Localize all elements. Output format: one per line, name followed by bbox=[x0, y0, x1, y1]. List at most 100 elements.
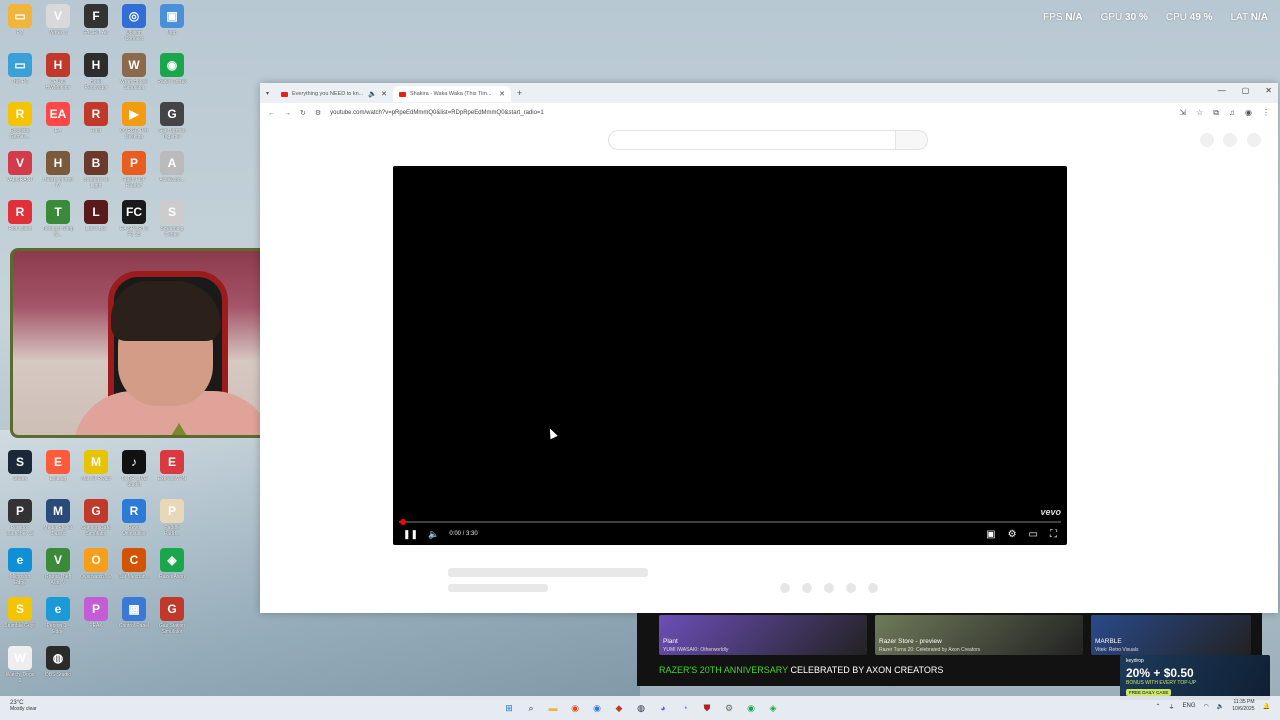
desktop-icon[interactable]: V Vertex 3 bbox=[42, 4, 74, 43]
desktop-icon[interactable]: T Tobacco Shop Si... bbox=[42, 200, 74, 239]
desktop-icon[interactable]: S Streaming Center bbox=[156, 200, 188, 239]
desktop-icon[interactable]: e Person 1 - Edge bbox=[42, 597, 74, 636]
keydrop-ad[interactable]: keydrop 20% + $0.50 BONUS WITH EVERY TOP… bbox=[1120, 655, 1270, 700]
new-tab-button[interactable]: + bbox=[517, 88, 522, 98]
tab-search-icon[interactable]: ▾ bbox=[266, 90, 269, 97]
maximize-button[interactable]: ▢ bbox=[1242, 86, 1250, 95]
forward-icon[interactable]: → bbox=[284, 110, 291, 117]
desktop-icon[interactable]: P PEAK bbox=[80, 597, 112, 636]
desktop-icon[interactable]: M Marvel Rivals bbox=[80, 450, 112, 489]
extensions-icon[interactable]: ⧉ bbox=[1213, 108, 1219, 118]
desktop-icon[interactable]: R Rockstar Games... bbox=[4, 102, 36, 141]
url-field[interactable]: youtube.com/watch?v=pRpeEdMmmQ0&list=RDp… bbox=[330, 110, 1170, 116]
desktop-icon[interactable]: G Gas Station Simulator bbox=[156, 597, 188, 636]
youtube-search-input[interactable] bbox=[608, 130, 928, 150]
weather-widget[interactable]: 23°C Mostly clear bbox=[10, 700, 37, 712]
desktop-icon[interactable]: O Overwatch® 2 bbox=[80, 548, 112, 587]
avatar[interactable] bbox=[1247, 133, 1261, 147]
desktop-icon[interactable]: ◎ Ubisoft Connect bbox=[118, 4, 150, 43]
captions-icon[interactable]: ▣ bbox=[986, 529, 995, 540]
wallpaper-card-marble[interactable]: MARBLE Vitek: Retro Visuals bbox=[1091, 615, 1251, 655]
video-player[interactable]: vevo ❚❚ 🔈 0:00 / 3:30 ▣ ⚙ ▭ ⛶ bbox=[393, 166, 1067, 545]
create-icon[interactable] bbox=[1200, 133, 1214, 147]
install-app-icon[interactable]: ⇲ bbox=[1179, 108, 1186, 118]
app-icon[interactable]: ◆ bbox=[612, 701, 626, 715]
speaker-icon[interactable]: 🔈 bbox=[1217, 703, 1224, 710]
shield-icon[interactable]: ⛊ bbox=[700, 701, 714, 715]
desktop-icon[interactable]: ♪ TikTok LIVE Studio bbox=[118, 450, 150, 489]
settings-gear-icon[interactable]: ⚙ bbox=[1008, 529, 1017, 540]
menu-icon[interactable]: ⋮ bbox=[1262, 108, 1270, 118]
wallpaper-card-plant[interactable]: Plant YUMI IWASAKI: Otherworldly bbox=[659, 615, 867, 655]
close-window-button[interactable]: ✕ bbox=[1265, 86, 1272, 95]
razer-cortex-icon[interactable]: ◉ bbox=[744, 701, 758, 715]
desktop-icon[interactable]: H Hotel Renovator bbox=[80, 53, 112, 92]
desktop-icon[interactable]: ▭ This PC bbox=[4, 53, 36, 92]
desktop-icon[interactable]: R Revo Uninstaller bbox=[118, 499, 150, 538]
minimize-button[interactable]: — bbox=[1218, 86, 1226, 95]
desktop-icon[interactable]: ▣ logo bbox=[156, 4, 188, 43]
desktop-icon[interactable]: S Steam bbox=[4, 450, 36, 489]
back-icon[interactable]: ← bbox=[268, 110, 275, 117]
desktop-icon[interactable]: P Paddle Padd... bbox=[156, 499, 188, 538]
desktop-icon[interactable]: L Liar's Bar bbox=[80, 200, 112, 239]
start-button-icon[interactable]: ⊞ bbox=[502, 701, 516, 715]
desktop-icon[interactable]: E ExpressVPN bbox=[156, 450, 188, 489]
desktop-icon[interactable]: B Brothers Of Light bbox=[80, 151, 112, 190]
desktop-icon[interactable]: P Paradox Launcher v2 bbox=[4, 499, 36, 538]
desktop-icon[interactable]: S Stumble Guys bbox=[4, 597, 36, 636]
desktop-icon[interactable]: E ExitLag bbox=[42, 450, 74, 489]
desktop-icon[interactable]: R Riot Client bbox=[4, 200, 36, 239]
tab-everything[interactable]: Everything you NEED to kn... 🔈 ✕ bbox=[275, 86, 393, 102]
site-info-icon[interactable]: ⚙ bbox=[315, 109, 321, 117]
desktop-icon[interactable]: ◉ Razer Cortex bbox=[156, 53, 188, 92]
wifi-icon[interactable]: ◠ bbox=[1204, 703, 1209, 710]
desktop-icon[interactable]: H Hearts of Iron IV bbox=[42, 151, 74, 190]
desktop-icon[interactable]: M Media Player Classic bbox=[42, 499, 74, 538]
messenger-icon[interactable]: ◔ bbox=[678, 701, 692, 715]
search-button[interactable] bbox=[895, 131, 927, 149]
desktop-icon[interactable]: EA EA bbox=[42, 102, 74, 141]
desktop-icon[interactable]: P Flash PDF Reader bbox=[118, 151, 150, 190]
language-indicator[interactable]: ENG bbox=[1183, 703, 1196, 709]
wallpaper-card-store[interactable]: Razer Store - preview Razer Turns 20: Ce… bbox=[875, 615, 1083, 655]
usb-icon[interactable]: ⏚ bbox=[1169, 702, 1175, 711]
pause-icon[interactable]: ❚❚ bbox=[403, 529, 418, 540]
discord-icon[interactable]: ◕ bbox=[656, 701, 670, 715]
desktop-icon[interactable]: W Watch_Dogs 2 bbox=[4, 646, 36, 685]
notification-icon[interactable]: 🔔 bbox=[1263, 703, 1270, 710]
volume-icon[interactable]: 🔈 bbox=[428, 529, 439, 540]
theater-mode-icon[interactable]: ▭ bbox=[1029, 529, 1038, 540]
browser-profile-icon[interactable]: ◉ bbox=[590, 701, 604, 715]
desktop-icon[interactable]: G Gaming Cafe Simulator bbox=[80, 499, 112, 538]
tab-waka-waka[interactable]: Shakira - Waka Waka (This Tim... ✕ bbox=[393, 86, 512, 102]
desktop-icon[interactable]: F FACEIT AC bbox=[80, 4, 112, 43]
desktop-icon[interactable]: FC EA SPORTS FC 25 bbox=[118, 200, 150, 239]
search-icon[interactable]: ⌕ bbox=[524, 701, 538, 715]
profile-icon[interactable]: ◉ bbox=[1245, 108, 1252, 118]
desktop-icon[interactable]: ◈ Razer Axon bbox=[156, 548, 188, 587]
desktop-icon[interactable]: e Microsoft Edge bbox=[4, 548, 36, 587]
desktop-icon[interactable]: ▶ OVRGO Pro Desktop bbox=[118, 102, 150, 141]
desktop-icon[interactable]: G Get Harmed Together bbox=[156, 102, 188, 141]
desktop-icon[interactable]: C Car Mechan... bbox=[118, 548, 150, 587]
notifications-icon[interactable] bbox=[1223, 133, 1237, 147]
file-explorer-icon[interactable]: ▬ bbox=[546, 701, 560, 715]
chevron-up-icon[interactable]: ⌃ bbox=[1155, 703, 1160, 710]
reload-icon[interactable]: ↻ bbox=[300, 109, 306, 117]
close-tab-icon[interactable]: ✕ bbox=[499, 90, 505, 98]
desktop-icon[interactable]: W Wrap House Simulator bbox=[118, 53, 150, 92]
media-control-icon[interactable]: ♫ bbox=[1229, 108, 1235, 118]
settings-icon[interactable]: ⚙ bbox=[722, 701, 736, 715]
desktop-icon[interactable]: A AccelCon... bbox=[156, 151, 188, 190]
desktop-icon[interactable]: H CPUID HWMonitor bbox=[42, 53, 74, 92]
desktop-icon[interactable]: ▦ Control Panel bbox=[118, 597, 150, 636]
razer-axon-icon[interactable]: ◈ bbox=[766, 701, 780, 715]
close-tab-icon[interactable]: ✕ bbox=[381, 90, 387, 98]
steam-icon[interactable]: ◍ bbox=[634, 701, 648, 715]
clock[interactable]: 11:35 PM 10/6/2025 bbox=[1232, 699, 1254, 713]
desktop-icon[interactable]: V Grand Theft Auto V bbox=[42, 548, 74, 587]
chrome-icon[interactable]: ◉ bbox=[568, 701, 582, 715]
desktop-icon[interactable]: ◍ OBS Studio bbox=[42, 646, 74, 685]
bookmark-star-icon[interactable]: ☆ bbox=[1196, 108, 1203, 118]
